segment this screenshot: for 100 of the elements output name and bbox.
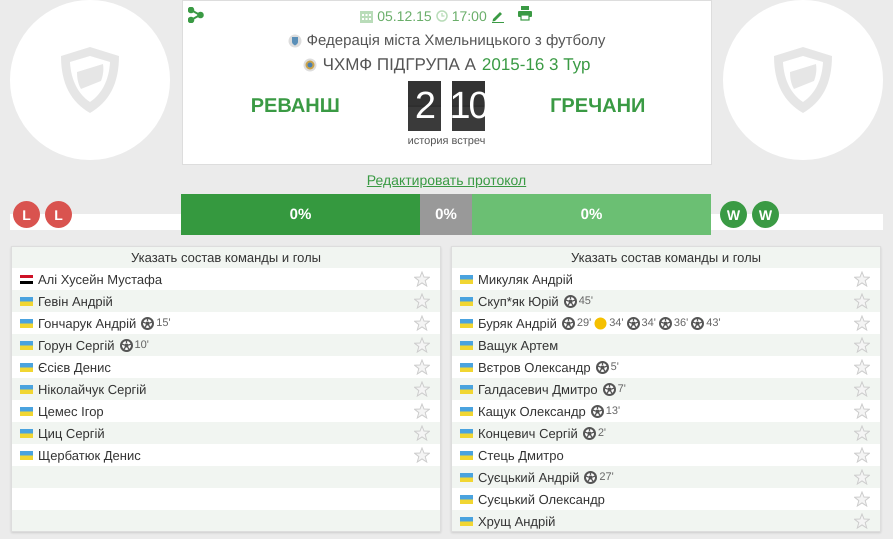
event-minute: 15': [156, 317, 171, 329]
event-minute: 27': [599, 471, 614, 483]
form-badge: W: [720, 201, 747, 228]
flag-icon: [460, 472, 473, 482]
ball-icon: [564, 294, 577, 308]
star-icon[interactable]: [854, 447, 870, 463]
form-badge: W: [752, 201, 779, 228]
clock-icon: [436, 10, 448, 22]
event-minute: 2': [598, 427, 606, 439]
star-icon[interactable]: [854, 293, 870, 309]
emblem-icon: [302, 58, 317, 72]
home-score: 2: [408, 81, 441, 131]
star-icon[interactable]: [414, 403, 430, 419]
flag-icon: [20, 362, 33, 372]
flag-icon: [460, 296, 473, 306]
player-name[interactable]: Єсієв Денис: [38, 360, 111, 374]
star-icon[interactable]: [854, 403, 870, 419]
star-icon[interactable]: [854, 469, 870, 485]
star-icon[interactable]: [414, 359, 430, 375]
share-icon[interactable]: [188, 7, 204, 23]
player-name[interactable]: Буряк Андрій: [478, 316, 557, 330]
ball-icon: [691, 316, 704, 330]
star-icon[interactable]: [414, 293, 430, 309]
player-name[interactable]: Хрущ Андрій: [478, 514, 556, 528]
ball-icon: [584, 470, 598, 484]
event-minute: 36': [674, 317, 688, 329]
star-icon[interactable]: [854, 359, 870, 375]
ball-icon: [120, 338, 133, 352]
probability-bar: 0%: [181, 194, 420, 235]
lineup-header[interactable]: Указать состав команды и голы: [12, 247, 440, 268]
flag-icon: [460, 340, 473, 350]
flag-icon: [460, 384, 473, 394]
flag-icon: [20, 340, 33, 350]
flag-icon: [20, 274, 33, 284]
star-icon[interactable]: [414, 337, 430, 353]
ball-icon: [582, 426, 596, 440]
flag-icon: [460, 362, 473, 372]
ball-icon: [658, 316, 672, 330]
ball-icon: [590, 404, 604, 418]
player-name[interactable]: Микуляк Андрій: [478, 272, 573, 286]
flag-icon: [460, 318, 473, 328]
event-minute: 5': [610, 361, 619, 373]
flag-icon: [460, 450, 473, 460]
player-name[interactable]: Ніколайчук Сергій: [38, 382, 146, 396]
star-icon[interactable]: [854, 271, 870, 287]
player-name[interactable]: Гончарук Андрій: [38, 316, 136, 330]
federation-name: Федерація міста Хмельницького з футболу: [306, 32, 606, 49]
star-icon[interactable]: [414, 425, 430, 441]
star-icon[interactable]: [854, 425, 870, 441]
player-name[interactable]: Гевін Андрій: [38, 294, 113, 308]
calendar-icon: [360, 9, 374, 23]
round-link[interactable]: 2015-16 3 Тур: [482, 55, 590, 75]
player-name[interactable]: Ващук Артем: [478, 338, 558, 352]
emblem-icon: [288, 34, 302, 48]
flag-icon: [20, 450, 33, 460]
event-minute: 43': [706, 317, 721, 329]
star-icon[interactable]: [414, 315, 430, 331]
star-icon[interactable]: [854, 513, 870, 529]
match-date: 05.12.15: [377, 8, 432, 24]
event-minute: 10': [134, 339, 149, 351]
event-minute: 13': [606, 405, 620, 417]
player-name[interactable]: Циц Сергій: [38, 426, 105, 440]
star-icon[interactable]: [854, 381, 870, 397]
player-name[interactable]: Концевич Сергій: [478, 426, 578, 440]
star-icon[interactable]: [854, 337, 870, 353]
flag-icon: [20, 406, 33, 416]
player-name[interactable]: Суєцький Олександр: [478, 492, 605, 506]
player-name[interactable]: Галдасевич Дмитро: [478, 382, 598, 396]
lineup-header[interactable]: Указать состав команды и голы: [452, 247, 880, 268]
star-icon[interactable]: [854, 491, 870, 507]
history-link[interactable]: история встреч: [408, 135, 486, 147]
event-minute: 45': [578, 295, 594, 307]
form-badge: L: [45, 201, 72, 228]
player-name[interactable]: Вєтров Олександр: [478, 360, 591, 374]
event-minute: 34': [642, 317, 656, 329]
ball-icon: [562, 316, 575, 330]
ball-icon: [626, 316, 640, 330]
star-icon[interactable]: [414, 381, 430, 397]
star-icon[interactable]: [854, 315, 870, 331]
flag-icon: [20, 428, 33, 438]
home-team-name[interactable]: РЕВАНШ: [182, 94, 408, 118]
flag-icon: [460, 406, 473, 416]
flag-icon: [460, 428, 473, 438]
player-name[interactable]: Стець Дмитро: [478, 448, 564, 462]
probability-bar: 0%: [472, 194, 711, 235]
player-name[interactable]: Скуп*як Юрій: [478, 294, 559, 308]
player-name[interactable]: Алі Хусейн Мустафа: [38, 272, 162, 286]
printer-icon[interactable]: [516, 5, 533, 21]
pencil-icon[interactable]: [490, 9, 505, 23]
player-name[interactable]: Горун Сергій: [38, 338, 115, 352]
competition-name: ЧХМФ ПІДГРУПА А: [322, 55, 476, 75]
player-name[interactable]: Щербатюк Денис: [38, 448, 141, 462]
star-icon[interactable]: [414, 447, 430, 463]
star-icon[interactable]: [414, 271, 430, 287]
player-name[interactable]: Кащук Олександр: [478, 404, 586, 418]
away-team-name[interactable]: ГРЕЧАНИ: [485, 94, 710, 118]
player-name[interactable]: Цемес Ігор: [38, 404, 104, 418]
flag-icon: [460, 494, 473, 504]
card-icon: [594, 316, 608, 330]
player-name[interactable]: Суєцький Андрій: [478, 470, 580, 484]
